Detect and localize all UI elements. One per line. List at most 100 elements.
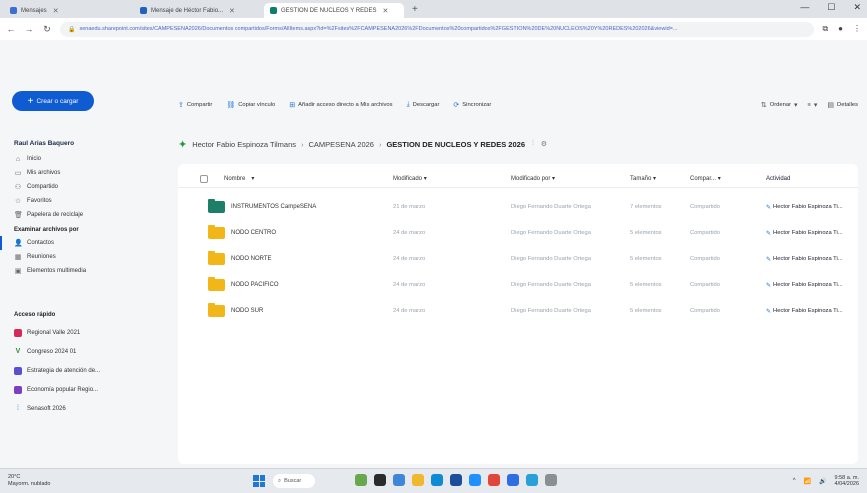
app-icon[interactable] — [507, 474, 519, 486]
table-row[interactable]: NODO NORTE 24 de marzo Diego Fernando Du… — [178, 246, 858, 272]
file-explorer-icon[interactable] — [412, 474, 424, 486]
browser-tab-3-active[interactable]: GESTION DE NUCLEOS Y REDES ✕ — [264, 3, 404, 18]
activity-cell[interactable]: ✎ Hector Fabio Espinoza Ti... — [766, 204, 843, 211]
quick-access-item[interactable]: Economía popular Regio... — [0, 380, 170, 399]
sync-button[interactable]: ⟳ Sincronizar — [453, 101, 491, 109]
add-shortcut-button[interactable]: ⊞ Añadir acceso directo a Mis archivos — [289, 101, 392, 109]
taskbar-search[interactable]: ⌕ Buscar — [273, 474, 315, 488]
folder-options-icon[interactable]: ⫶ — [532, 140, 534, 148]
table-row[interactable]: NODO CENTRO 24 de marzo Diego Fernando D… — [178, 220, 858, 246]
tab-favicon-icon — [140, 7, 147, 14]
volume-icon[interactable]: 🔊 — [819, 478, 826, 485]
windows-start-icon[interactable] — [253, 475, 265, 487]
quick-access-label: Estrategia de atención de... — [27, 367, 101, 374]
app-icon[interactable] — [526, 474, 538, 486]
new-tab-button[interactable]: + — [404, 4, 426, 18]
breadcrumb-item[interactable]: CAMPESENA 2026 — [309, 140, 374, 149]
browser-tab-1[interactable]: Mensajes ✕ — [4, 3, 134, 18]
copy-link-button[interactable]: ⛓ Copiar vínculo — [226, 101, 275, 109]
back-arrow-icon[interactable]: ← — [6, 24, 16, 34]
file-name-cell[interactable]: NODO PACIFICO — [208, 277, 279, 291]
sidebar-item-shared[interactable]: ⚇ Compartido — [0, 180, 170, 194]
chevron-up-icon[interactable]: ^ — [793, 478, 796, 484]
sharing-cell[interactable]: Compartido — [690, 256, 720, 262]
activity-cell[interactable]: ✎ Hector Fabio Espinoza Ti... — [766, 256, 843, 263]
extensions-icon[interactable]: ⧉ — [822, 24, 828, 34]
weather-widget[interactable]: 20°C Mayorm. nublado — [8, 474, 51, 488]
quick-access-label: Regional Valle 2021 — [27, 329, 81, 336]
profile-icon[interactable]: ● — [838, 24, 843, 34]
weather-condition: Mayorm. nublado — [8, 481, 51, 487]
quick-access-item[interactable]: V Congreso 2024 01 — [0, 342, 170, 361]
sidebar-item-favorites[interactable]: ☆ Favoritos — [0, 194, 170, 208]
app-icon[interactable] — [469, 474, 481, 486]
onedrive-app: + Crear o cargar Raul Arias Baquero ⌂ In… — [0, 40, 867, 468]
download-button[interactable]: ⤓ Descargar — [407, 101, 440, 109]
sharing-cell[interactable]: Compartido — [690, 230, 720, 236]
column-header-size[interactable]: Tamaño ▾ — [630, 175, 656, 182]
sort-button[interactable]: ⇅ Ordenar ▾ — [761, 101, 798, 109]
address-bar[interactable]: 🔒 senaedu.sharepoint.com/sites/CAMPESENA… — [60, 21, 815, 37]
sidebar-item-meetings[interactable]: ▦ Reuniones — [0, 250, 170, 264]
sidebar-item-recycle-bin[interactable]: 🗑 Papelera de reciclaje — [0, 208, 170, 222]
column-header-modified[interactable]: Modificado ▾ — [393, 175, 427, 182]
details-button[interactable]: ▤ Detalles — [827, 101, 858, 109]
sidebar-item-contacts[interactable]: 👤 Contactos — [0, 236, 170, 250]
table-row[interactable]: INSTRUMENTOS CampeSENA 21 de marzo Diego… — [178, 194, 858, 220]
activity-cell[interactable]: ✎ Hector Fabio Espinoza Ti... — [766, 230, 843, 237]
quick-access-item[interactable]: ⁞ Senasoft 2026 — [0, 399, 170, 418]
app-icon[interactable] — [450, 474, 462, 486]
select-all-checkbox[interactable] — [200, 174, 208, 183]
browser-tab-2[interactable]: Mensaje de Héctor Fabio... ✕ — [134, 3, 264, 18]
edge-browser-icon[interactable] — [431, 474, 443, 486]
close-tab-icon[interactable]: ✕ — [382, 7, 388, 15]
minimize-button[interactable]: — — [800, 2, 809, 13]
quick-access-item[interactable]: Regional Valle 2021 — [0, 323, 170, 342]
app-icon[interactable] — [393, 474, 405, 486]
sharing-cell[interactable]: Compartido — [690, 308, 720, 314]
chrome-icon[interactable] — [488, 474, 500, 486]
quick-access-item[interactable]: Estrategia de atención de... — [0, 361, 170, 380]
menu-icon[interactable]: ⋮ — [853, 24, 861, 34]
column-header-name[interactable]: Nombre ▾ — [224, 175, 254, 183]
sidebar-item-home[interactable]: ⌂ Inicio — [0, 152, 170, 166]
file-name-cell[interactable]: NODO CENTRO — [208, 225, 276, 239]
sidebar-item-label: Favoritos — [27, 198, 52, 204]
sidebar-item-my-files[interactable]: ▭ Mis archivos — [0, 166, 170, 180]
share-button[interactable]: ⇪ Compartir — [178, 101, 212, 109]
settings-icon[interactable]: ⚙ — [541, 140, 547, 148]
file-name-cell[interactable]: INSTRUMENTOS CampeSENA — [208, 199, 316, 213]
modified-cell: 24 de marzo — [393, 282, 426, 288]
view-options-button[interactable]: ≡ ▾ — [808, 101, 818, 109]
file-name-cell[interactable]: NODO NORTE — [208, 251, 272, 265]
close-tab-icon[interactable]: ✕ — [229, 7, 235, 15]
clock[interactable]: 9:58 a. m. 4/04/2026 — [835, 475, 859, 487]
activity-cell[interactable]: ✎ Hector Fabio Espinoza Ti... — [766, 308, 843, 315]
table-row[interactable]: NODO SUR 24 de marzo Diego Fernando Duar… — [178, 298, 858, 324]
sidebar-item-media[interactable]: ▣ Elementos multimedia — [0, 264, 170, 278]
image-icon: ▣ — [14, 268, 22, 275]
close-window-button[interactable]: ✕ — [853, 2, 861, 13]
sharing-cell[interactable]: Compartido — [690, 204, 720, 210]
browse-section-title: Examinar archivos por — [14, 227, 79, 233]
breadcrumb-item[interactable]: Hector Fabio Espinoza Tilmans — [192, 140, 296, 149]
task-view-icon[interactable] — [374, 474, 386, 486]
create-upload-button[interactable]: + Crear o cargar — [12, 91, 94, 111]
column-header-activity[interactable]: Actividad — [766, 176, 790, 182]
maximize-button[interactable]: ☐ — [827, 2, 835, 13]
network-icon[interactable]: 📶 — [804, 478, 811, 485]
close-tab-icon[interactable]: ✕ — [53, 7, 59, 15]
app-icon[interactable] — [545, 474, 557, 486]
reload-icon[interactable]: ↻ — [42, 24, 52, 35]
forward-arrow-icon[interactable]: → — [24, 24, 34, 34]
modified-by-cell: Diego Fernando Duarte Ortega — [511, 308, 591, 314]
file-name-cell[interactable]: NODO SUR — [208, 303, 263, 317]
column-header-sharing[interactable]: Compar... ▾ — [690, 175, 721, 182]
person-icon: 👤 — [14, 240, 23, 247]
column-header-modified-by[interactable]: Modificado por ▾ — [511, 175, 555, 182]
sharing-cell[interactable]: Compartido — [690, 282, 720, 288]
table-row[interactable]: NODO PACIFICO 24 de marzo Diego Fernando… — [178, 272, 858, 298]
activity-cell[interactable]: ✎ Hector Fabio Espinoza Ti... — [766, 282, 843, 289]
site-star-icon[interactable]: ✦ — [178, 138, 187, 151]
widgets-app-icon[interactable] — [355, 474, 367, 486]
